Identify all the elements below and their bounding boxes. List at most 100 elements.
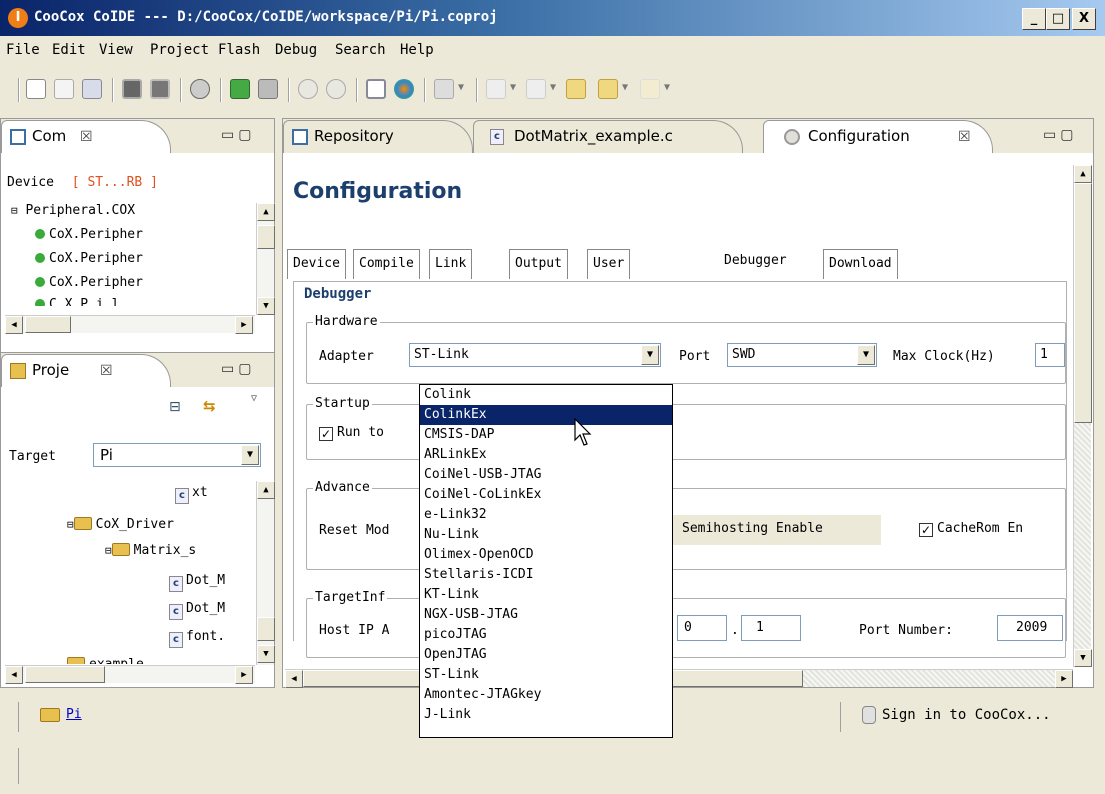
chevron-down-icon[interactable]: ▼	[510, 82, 516, 93]
dropdown-option-coinel-colinkex[interactable]: CoiNel-CoLinkEx	[420, 485, 672, 505]
chevron-down-icon[interactable]: ▼	[241, 445, 259, 465]
tab-dotmatrix-example[interactable]: c DotMatrix_example.c	[473, 120, 743, 153]
configure-gear-icon[interactable]	[326, 79, 346, 99]
tree-folder[interactable]: example	[67, 657, 144, 664]
scroll-up-icon[interactable]: ▲	[1074, 165, 1092, 183]
horizontal-scrollbar[interactable]: ◀ ▶	[285, 669, 1073, 688]
scroll-thumb[interactable]	[25, 666, 105, 683]
erase-icon[interactable]	[258, 79, 278, 99]
cacherom-checkbox[interactable]: ✓ CacheRom En	[919, 521, 1023, 537]
scroll-left-icon[interactable]: ◀	[285, 670, 303, 688]
checkmark-icon[interactable]: ✓	[319, 427, 333, 441]
vertical-scrollbar[interactable]: ▲ ▼	[1073, 165, 1092, 667]
tab-configuration[interactable]: Configuration ☒	[763, 120, 993, 153]
dropdown-option-arlinkex[interactable]: ARLinkEx	[420, 445, 672, 465]
port-number-field[interactable]: 2009	[997, 615, 1063, 641]
chevron-down-icon[interactable]: ▼	[458, 82, 464, 93]
adapter-select[interactable]: ST-Link ▼	[409, 343, 661, 367]
dropdown-option-amontec-jtagkey[interactable]: Amontec-JTAGkey	[420, 685, 672, 705]
view-menu-icon[interactable]: ▽	[251, 393, 257, 404]
list-item[interactable]: CoX.Peripher	[35, 251, 143, 266]
collapse-all-icon[interactable]: ⊟	[169, 399, 181, 415]
chevron-down-icon[interactable]: ▼	[641, 345, 659, 365]
tree-item[interactable]: c Dot_M	[169, 601, 225, 620]
dropdown-option-j-link[interactable]: J-Link	[420, 705, 672, 725]
repository-icon[interactable]	[366, 79, 386, 99]
tree-folder[interactable]: ⊟ CoX_Driver	[67, 517, 174, 532]
vertical-scrollbar[interactable]: ▲ ▼	[256, 481, 275, 665]
tab-device[interactable]: Device	[287, 249, 346, 279]
close-button[interactable]: X	[1072, 8, 1096, 30]
list-item[interactable]: CoX.Peripher	[35, 275, 143, 290]
close-icon[interactable]: ☒	[100, 363, 113, 379]
checkmark-icon[interactable]: ✓	[919, 523, 933, 537]
adapter-dropdown-list[interactable]: Colink ColinkEx CMSIS-DAP ARLinkEx CoiNe…	[419, 384, 673, 738]
new-file-icon[interactable]	[26, 79, 46, 99]
chevron-down-icon[interactable]: ▼	[550, 82, 556, 93]
dropdown-option-colinkex[interactable]: ColinkEx	[420, 405, 672, 425]
link-with-editor-icon[interactable]: ⇆	[203, 397, 216, 415]
scroll-thumb[interactable]	[257, 225, 275, 249]
menu-edit[interactable]: Edit	[52, 42, 86, 58]
dropdown-option-picojtag[interactable]: picoJTAG	[420, 625, 672, 645]
scroll-down-icon[interactable]: ▼	[257, 297, 275, 315]
scroll-right-icon[interactable]: ▶	[235, 316, 253, 334]
open-file-icon[interactable]	[54, 79, 74, 99]
scroll-right-icon[interactable]: ▶	[235, 666, 253, 684]
components-tab[interactable]: Com ☒	[1, 120, 171, 153]
tab-user[interactable]: User	[587, 249, 631, 279]
tree-item[interactable]: c font.	[169, 629, 225, 648]
collapse-icon[interactable]: ⊟	[11, 204, 18, 217]
chevron-down-icon[interactable]: ▼	[622, 82, 628, 93]
components-icon[interactable]	[394, 79, 414, 99]
tab-link[interactable]: Link	[429, 249, 473, 279]
max-clock-select[interactable]: 1	[1035, 343, 1065, 367]
semihosting-checkbox[interactable]: Semihosting Enable	[665, 515, 881, 545]
scroll-up-icon[interactable]: ▲	[257, 481, 275, 499]
ip-octet-3-field[interactable]: 0	[677, 615, 727, 641]
list-item[interactable]: CoX.Peripher	[35, 227, 143, 242]
port-select[interactable]: SWD ▼	[727, 343, 877, 367]
scroll-right-icon[interactable]: ▶	[1055, 670, 1073, 688]
tab-repository[interactable]: Repository	[283, 120, 473, 153]
tab-output[interactable]: Output	[509, 249, 568, 279]
forward-arrow-icon[interactable]	[640, 79, 660, 99]
scroll-left-icon[interactable]: ◀	[5, 666, 23, 684]
menu-search[interactable]: Search	[335, 42, 386, 58]
minimize-maximize-icon[interactable]: ▭▢	[1043, 127, 1077, 143]
menu-project[interactable]: Project	[150, 42, 209, 58]
run-to-checkbox[interactable]: ✓ Run to	[319, 425, 384, 441]
tab-compile[interactable]: Compile	[353, 249, 420, 279]
settings-gear-icon[interactable]	[298, 79, 318, 99]
ip-octet-4-field[interactable]: 1	[741, 615, 801, 641]
dropdown-option-coinel-usb-jtag[interactable]: CoiNel-USB-JTAG	[420, 465, 672, 485]
target-select[interactable]: Pi ▼	[93, 443, 261, 467]
project-tab[interactable]: Proje ☒	[1, 354, 171, 387]
dropdown-option-colink[interactable]: Colink	[420, 385, 672, 405]
tab-download[interactable]: Download	[823, 249, 898, 279]
save-icon[interactable]	[82, 79, 102, 99]
scroll-left-icon[interactable]: ◀	[5, 316, 23, 334]
scroll-down-icon[interactable]: ▼	[257, 645, 275, 663]
menu-debug[interactable]: Debug	[275, 42, 317, 58]
dropdown-option-stellaris-icdi[interactable]: Stellaris-ICDI	[420, 565, 672, 585]
minimize-maximize-icon[interactable]: ▭▢	[221, 361, 255, 377]
dropdown-option-openjtag[interactable]: OpenJTAG	[420, 645, 672, 665]
sign-in-link[interactable]: Sign in to CooCox...	[882, 707, 1051, 723]
scroll-thumb[interactable]	[257, 617, 275, 641]
project-link[interactable]: Pi	[66, 707, 82, 722]
scroll-up-icon[interactable]: ▲	[257, 203, 275, 221]
menu-help[interactable]: Help	[400, 42, 434, 58]
device-value[interactable]: [ ST...RB ]	[72, 175, 158, 190]
menu-view[interactable]: View	[99, 42, 133, 58]
tree-node-root[interactable]: ⊟ Peripheral.COX	[11, 203, 135, 218]
collapse-icon[interactable]: ⊟	[67, 518, 74, 531]
dropdown-option-e-link32[interactable]: e-Link32	[420, 505, 672, 525]
list-item[interactable]: C X P i l	[35, 297, 119, 306]
next-annotation-icon[interactable]	[486, 79, 506, 99]
horizontal-scrollbar[interactable]: ◀ ▶	[5, 315, 255, 334]
dropdown-option-nu-link[interactable]: Nu-Link	[420, 525, 672, 545]
tree-item[interactable]: c xt	[175, 485, 208, 504]
collapse-icon[interactable]: ⊟	[105, 544, 112, 557]
search-tool-icon[interactable]	[434, 79, 454, 99]
